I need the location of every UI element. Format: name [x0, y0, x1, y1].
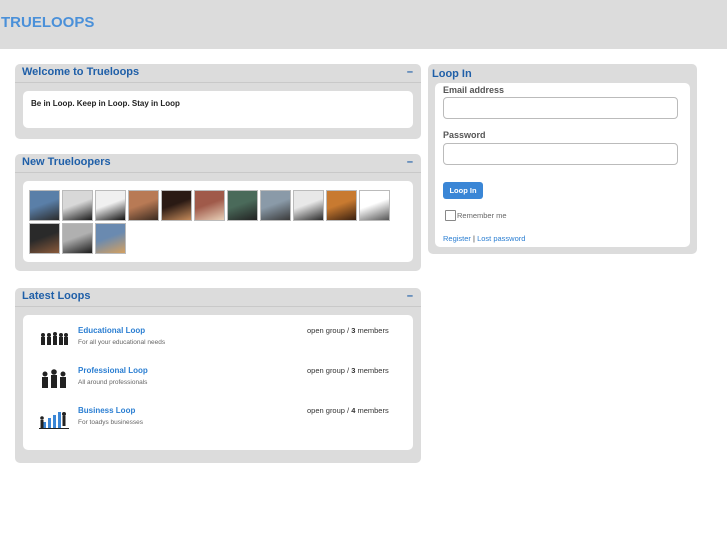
email-label: Email address: [443, 85, 505, 95]
member-avatar[interactable]: [260, 190, 291, 221]
member-avatar[interactable]: [29, 223, 60, 254]
welcome-title: Welcome to Trueloops: [22, 66, 140, 78]
member-avatar[interactable]: [161, 190, 192, 221]
member-avatar[interactable]: [62, 190, 93, 221]
list-item: Educational Loop For all your educationa…: [23, 326, 403, 360]
new-members-title: New Trueloopers: [22, 156, 111, 168]
member-avatar[interactable]: [29, 190, 60, 221]
login-title: Loop In: [432, 68, 472, 80]
top-bar: TRUELOOPS: [0, 0, 727, 49]
list-item: Professional Loop All around professiona…: [23, 366, 403, 400]
loop-description: All around professionals: [78, 379, 148, 386]
member-avatar[interactable]: [62, 223, 93, 254]
latest-loops-panel: Latest Loops – Educational Loop For all …: [15, 288, 421, 463]
email-field[interactable]: [443, 97, 678, 119]
welcome-panel-header: Welcome to Trueloops –: [15, 64, 421, 83]
students-group-icon: [41, 332, 68, 345]
member-avatar[interactable]: [326, 190, 357, 221]
list-item: Business Loop For toadys businesses open…: [23, 406, 403, 440]
new-members-header: New Trueloopers –: [15, 154, 421, 173]
remember-me-checkbox[interactable]: [445, 210, 456, 221]
latest-loops-minimize-button[interactable]: –: [407, 290, 413, 302]
loop-meta: open group / 3 members: [307, 326, 389, 335]
member-avatar[interactable]: [359, 190, 390, 221]
new-members-minimize-button[interactable]: –: [407, 156, 413, 168]
loop-meta: open group / 3 members: [307, 366, 389, 375]
remember-me-label: Remember me: [457, 211, 507, 220]
member-avatar[interactable]: [293, 190, 324, 221]
loop-description: For all your educational needs: [78, 339, 166, 346]
new-members-body: [23, 181, 413, 262]
member-avatar[interactable]: [128, 190, 159, 221]
member-avatar[interactable]: [95, 223, 126, 254]
member-avatar[interactable]: [95, 190, 126, 221]
welcome-panel: Welcome to Trueloops – Be in Loop. Keep …: [15, 64, 421, 139]
latest-loops-title: Latest Loops: [22, 290, 91, 302]
loop-description: For toadys businesses: [78, 419, 144, 426]
member-avatar[interactable]: [227, 190, 258, 221]
professionals-group-icon: [42, 369, 66, 388]
member-avatar[interactable]: [194, 190, 225, 221]
welcome-minimize-button[interactable]: –: [407, 66, 413, 78]
login-panel: Loop In Email address Password Loop In R…: [428, 64, 697, 254]
site-logo[interactable]: TRUELOOPS: [1, 14, 94, 31]
register-link[interactable]: Register: [443, 234, 471, 243]
password-label: Password: [443, 130, 486, 140]
loop-name[interactable]: Educational Loop: [78, 326, 145, 335]
login-body: Email address Password Loop In Remember …: [435, 83, 690, 247]
latest-loops-header: Latest Loops –: [15, 288, 421, 307]
welcome-body: Be in Loop. Keep in Loop. Stay in Loop: [23, 91, 413, 128]
business-chart-icon: [39, 412, 69, 429]
lost-password-link[interactable]: Lost password: [477, 234, 525, 243]
loop-in-button[interactable]: Loop In: [443, 182, 483, 199]
password-field[interactable]: [443, 143, 678, 165]
latest-loops-body: Educational Loop For all your educationa…: [23, 315, 413, 450]
new-members-panel: New Trueloopers –: [15, 154, 421, 271]
loop-name[interactable]: Business Loop: [78, 406, 135, 415]
welcome-tagline: Be in Loop. Keep in Loop. Stay in Loop: [31, 99, 180, 108]
loop-meta: open group / 4 members: [307, 406, 389, 415]
loop-name[interactable]: Professional Loop: [78, 366, 148, 375]
login-links: Register | Lost password: [443, 234, 525, 243]
